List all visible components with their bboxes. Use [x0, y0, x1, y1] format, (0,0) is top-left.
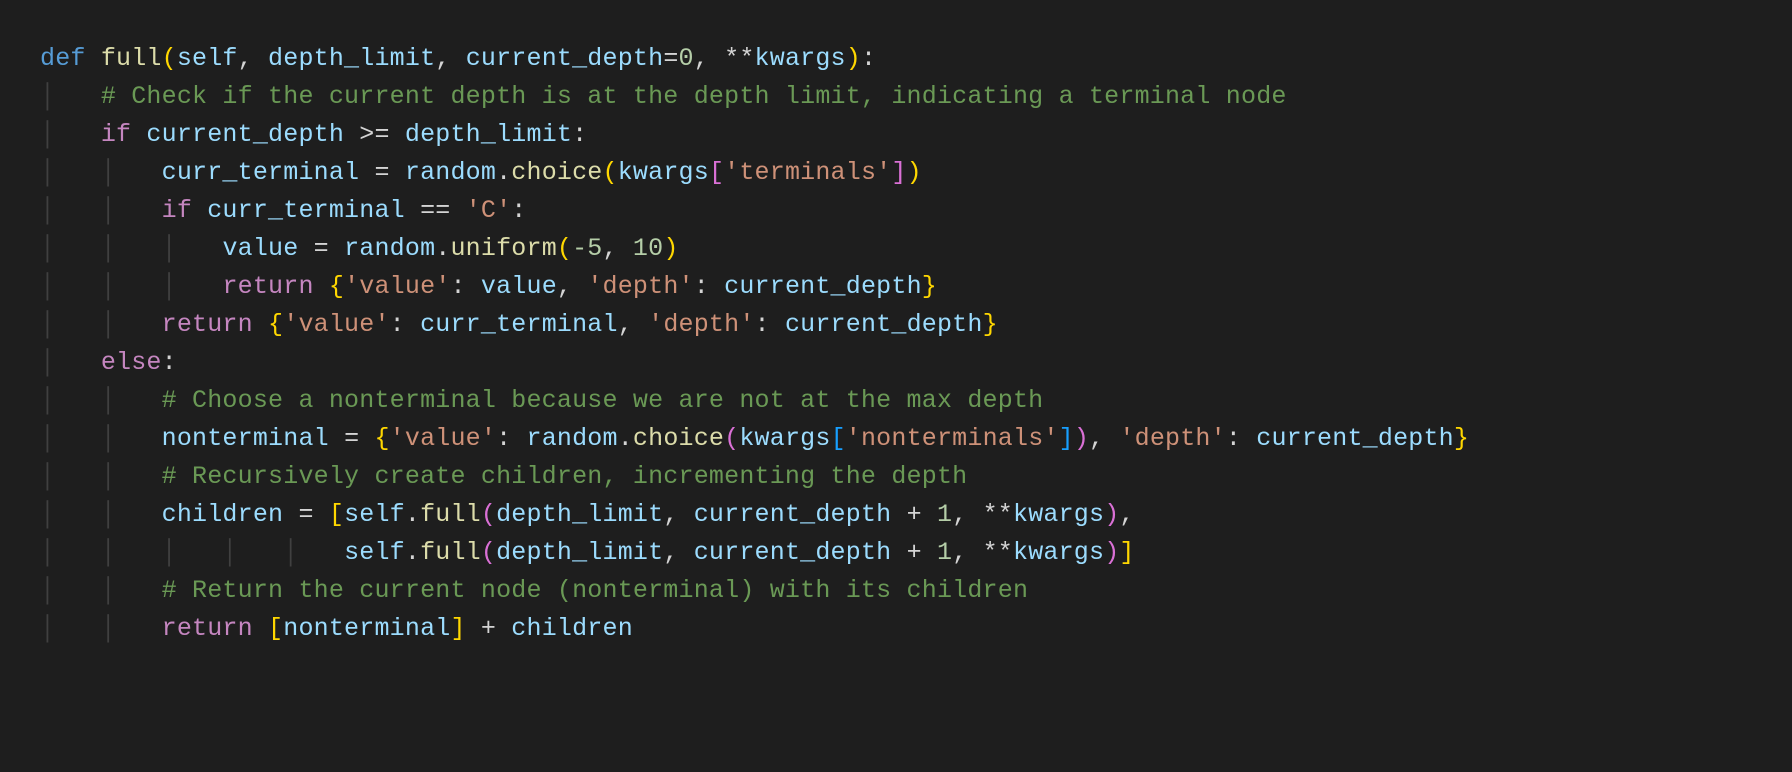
comment-2: # Choose a nonterminal because we are no…	[162, 386, 1044, 415]
str-C: 'C'	[466, 196, 512, 225]
func-name: full	[101, 44, 162, 73]
num-ten: 10	[633, 234, 663, 263]
kw-return: return	[222, 272, 313, 301]
comment-1: # Check if the current depth is at the d…	[101, 82, 1287, 111]
num-neg5: -5	[572, 234, 602, 263]
comment-3: # Recursively create children, increment…	[162, 462, 968, 491]
var-nonterminal: nonterminal	[162, 424, 329, 453]
param-depth-limit: depth_limit	[268, 44, 435, 73]
param-self: self	[177, 44, 238, 73]
str-nonterminals: 'nonterminals'	[846, 424, 1059, 453]
param-current-depth: current_depth	[466, 44, 664, 73]
var-curr-terminal: curr_terminal	[162, 158, 360, 187]
kw-def: def	[40, 44, 86, 73]
param-kwargs: kwargs	[755, 44, 846, 73]
var-children: children	[162, 500, 284, 529]
num-zero: 0	[679, 44, 694, 73]
kw-if: if	[101, 120, 131, 149]
var-value: value	[222, 234, 298, 263]
kw-else: else	[101, 348, 162, 377]
code-block[interactable]: def full(self, depth_limit, current_dept…	[0, 0, 1792, 648]
str-terminals: 'terminals'	[724, 158, 891, 187]
comment-4: # Return the current node (nonterminal) …	[162, 576, 1029, 605]
